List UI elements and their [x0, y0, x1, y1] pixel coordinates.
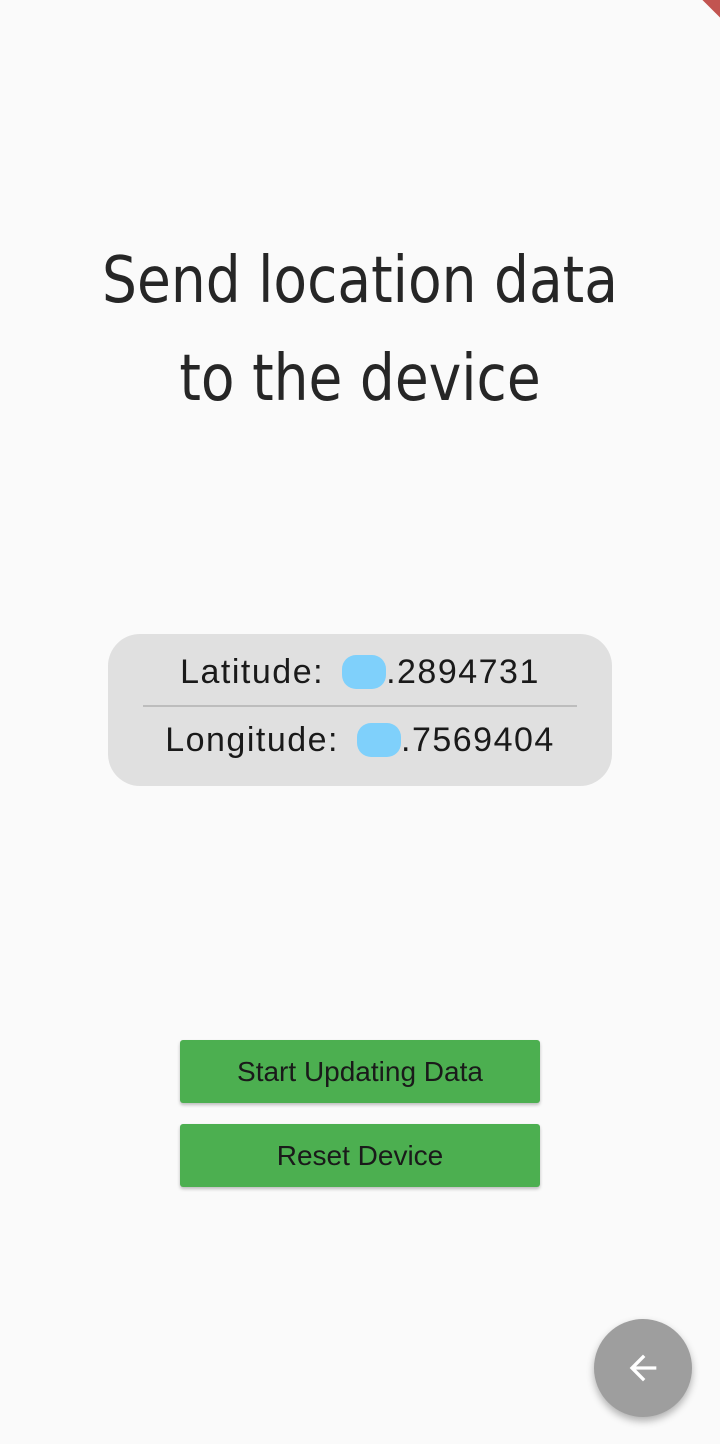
back-fab-button[interactable] — [594, 1319, 692, 1417]
arrow-back-icon — [629, 1354, 657, 1382]
title-line-1: Send location data — [102, 244, 618, 318]
longitude-row: Longitude: .7569404 — [108, 710, 612, 770]
debug-banner — [680, 0, 720, 40]
coordinates-card: Latitude: .2894731 Longitude: .7569404 — [108, 634, 612, 786]
latitude-row: Latitude: .2894731 — [108, 642, 612, 702]
page-title: Send location data to the device — [50, 232, 669, 428]
screen: Send location data to the device Latitud… — [0, 0, 720, 1444]
latitude-value: .2894731 — [386, 652, 540, 691]
longitude-value: .7569404 — [401, 720, 555, 759]
coordinates-divider — [143, 705, 577, 707]
start-updating-button[interactable]: Start Updating Data — [180, 1040, 540, 1103]
latitude-label: Latitude: — [180, 652, 325, 691]
reset-device-button[interactable]: Reset Device — [180, 1124, 540, 1187]
redaction-mark — [357, 723, 401, 757]
redaction-mark — [342, 655, 387, 689]
longitude-label: Longitude: — [165, 720, 339, 759]
title-line-2: to the device — [179, 342, 541, 416]
